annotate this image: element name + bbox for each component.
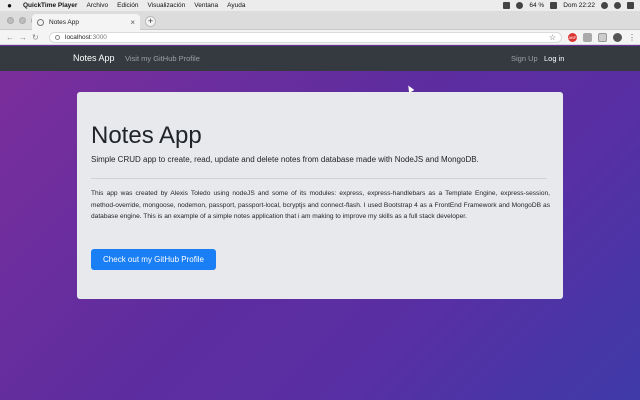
status-extra-icon[interactable]	[503, 2, 511, 9]
browser-toolbar: ← → ↻ localhost:3000 ☆ ABP ⋮	[0, 30, 640, 45]
browser-tab[interactable]: Notes App ×	[32, 14, 140, 30]
url-host: localhost	[65, 33, 91, 41]
close-window-button[interactable]	[7, 17, 14, 24]
tab-title: Notes App	[49, 18, 79, 26]
github-profile-link[interactable]: Visit my GitHub Profile	[125, 54, 200, 63]
avatar-icon[interactable]	[613, 32, 622, 42]
menu-visualizacion[interactable]: Visualización	[147, 2, 185, 9]
clock[interactable]: Dom 22:22	[563, 2, 595, 9]
site-navbar: Notes App Visit my GitHub Profile Sign U…	[0, 46, 640, 71]
extension-icon[interactable]	[598, 32, 607, 42]
star-icon[interactable]: ☆	[549, 33, 556, 42]
lead-text: Simple CRUD app to create, read, update …	[91, 155, 479, 164]
siri-icon[interactable]	[614, 2, 621, 9]
browser-tabstrip: Notes App × +	[0, 11, 640, 30]
minimize-window-button[interactable]	[19, 17, 26, 24]
apple-icon[interactable]: ●	[6, 1, 13, 10]
menu-edicion[interactable]: Edición	[117, 2, 138, 9]
os-menubar: ● QuickTime Player Archivo Edición Visua…	[0, 0, 640, 11]
extension-icon[interactable]	[583, 32, 592, 42]
lock-icon[interactable]	[55, 34, 60, 40]
menubar-status-area: 64 % Dom 22:22	[503, 2, 634, 9]
description-text: This app was created by Alexis Toledo us…	[91, 190, 550, 220]
notification-center-icon[interactable]	[627, 2, 634, 9]
wifi-icon[interactable]	[516, 2, 524, 9]
menu-archivo[interactable]: Archivo	[86, 2, 108, 9]
favicon-icon	[37, 18, 44, 26]
menu-ayuda[interactable]: Ayuda	[227, 2, 245, 9]
forward-button[interactable]: →	[19, 33, 27, 42]
login-link[interactable]: Log in	[544, 54, 564, 63]
browser-menu-icon[interactable]: ⋮	[628, 33, 636, 42]
github-profile-button[interactable]: Check out my GitHub Profile	[91, 249, 216, 270]
divider	[91, 178, 547, 179]
battery-icon[interactable]	[550, 2, 558, 9]
jumbotron-card: Notes App Simple CRUD app to create, rea…	[77, 92, 563, 299]
reload-button[interactable]: ↻	[32, 33, 39, 42]
address-bar[interactable]: localhost:3000 ☆	[49, 31, 562, 43]
adblock-extension-icon[interactable]: ABP	[568, 32, 577, 42]
page-title: Notes App	[91, 122, 202, 149]
navbar-brand[interactable]: Notes App	[73, 53, 115, 63]
back-button[interactable]: ←	[6, 33, 14, 42]
search-icon[interactable]	[601, 2, 608, 9]
url-port: :3000	[90, 33, 107, 41]
close-tab-icon[interactable]: ×	[130, 18, 135, 27]
new-tab-button[interactable]: +	[145, 16, 156, 27]
signup-link[interactable]: Sign Up	[511, 54, 538, 63]
battery-percent[interactable]: 64 %	[529, 2, 544, 9]
menu-ventana[interactable]: Ventana	[194, 2, 218, 9]
menu-app-name[interactable]: QuickTime Player	[23, 2, 77, 9]
